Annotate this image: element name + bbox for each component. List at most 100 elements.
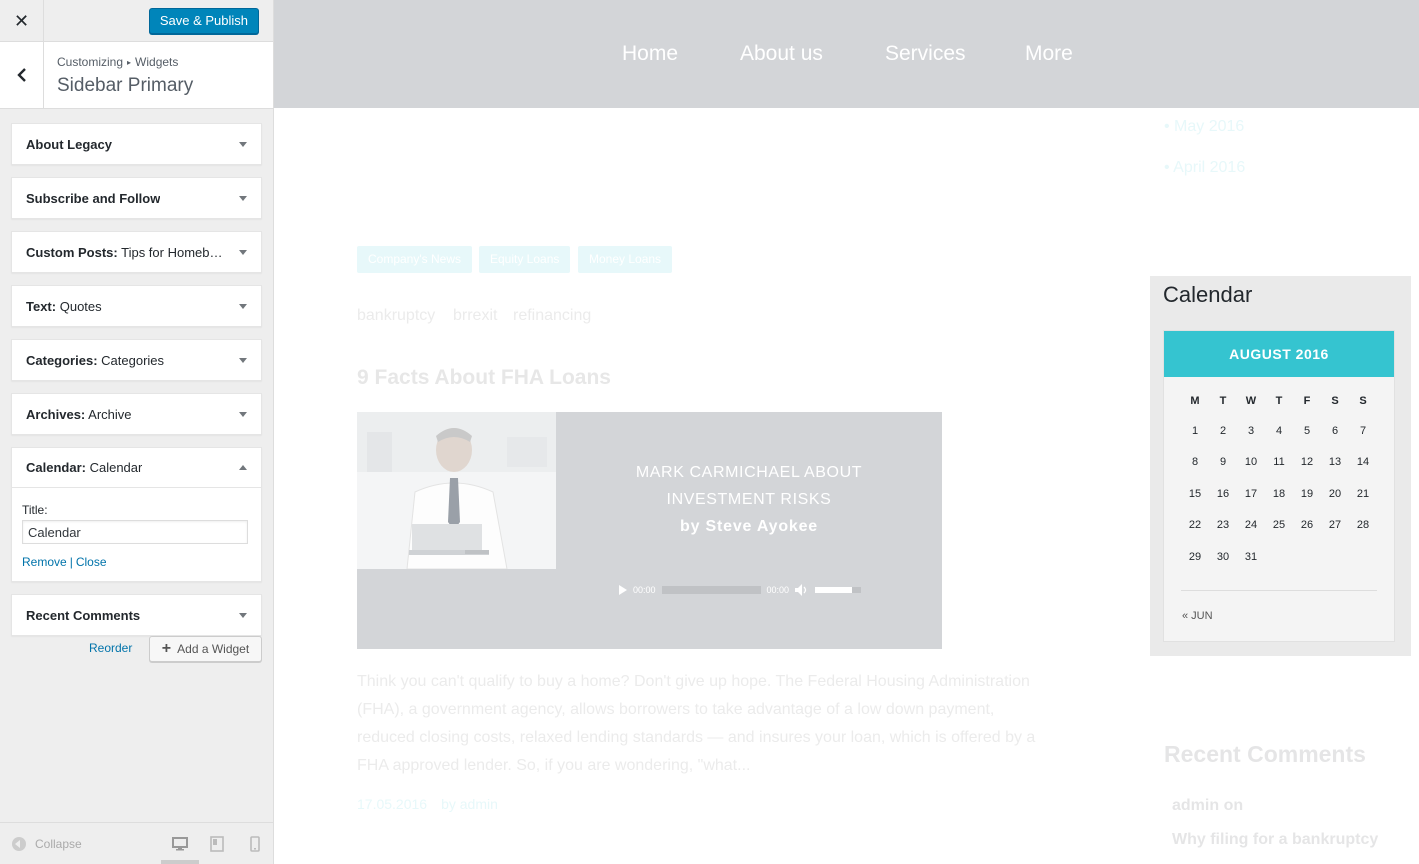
close-customizer-button[interactable]: ✕ bbox=[0, 0, 44, 42]
chevron-down-icon[interactable] bbox=[239, 249, 247, 255]
audio-progress-track[interactable] bbox=[661, 586, 761, 594]
chevron-down-icon[interactable] bbox=[239, 195, 247, 201]
category-button[interactable]: Company's News bbox=[357, 246, 472, 273]
recent-comments-heading: Recent Comments bbox=[1164, 741, 1366, 767]
back-button[interactable] bbox=[0, 42, 44, 108]
day-cell: 31 bbox=[1244, 550, 1258, 563]
widget-about-legacy: About Legacy bbox=[11, 123, 262, 165]
calendar-month: AUGUST 2016 bbox=[1164, 331, 1394, 377]
weekday: S bbox=[1359, 395, 1367, 407]
site-preview: Home About us Services More • May 2016 •… bbox=[274, 0, 1419, 864]
widget-header[interactable]: Calendar: Calendar bbox=[12, 448, 261, 488]
customizer-footer: Collapse bbox=[0, 822, 273, 864]
weekday: F bbox=[1303, 395, 1311, 407]
post-author[interactable]: by admin bbox=[427, 796, 498, 812]
day-cell: 18 bbox=[1272, 487, 1286, 500]
day-cell: 17 bbox=[1244, 487, 1258, 500]
save-publish-button[interactable]: Save & Publish bbox=[148, 8, 259, 34]
reorder-link[interactable]: Reorder bbox=[89, 641, 132, 655]
desktop-icon bbox=[172, 837, 188, 851]
post-tag[interactable]: bankruptcy bbox=[357, 307, 435, 325]
day-cell: 21 bbox=[1356, 487, 1370, 500]
nav-services[interactable]: Services bbox=[885, 42, 966, 66]
chevron-down-icon[interactable] bbox=[239, 141, 247, 147]
mobile-preview-button[interactable] bbox=[246, 835, 264, 853]
post-meta: 17.05.2016 by admin bbox=[357, 796, 498, 812]
widget-header[interactable]: Recent Comments bbox=[12, 595, 261, 635]
widget-custom-posts: Custom Posts: Tips for Homebuy... bbox=[11, 231, 262, 273]
breadcrumb-root: Customizing bbox=[57, 55, 124, 69]
customizer-header: ✕ Save & Publish bbox=[0, 0, 273, 42]
play-icon[interactable] bbox=[619, 585, 627, 595]
close-widget-link[interactable]: Close bbox=[76, 555, 107, 569]
chevron-down-icon[interactable] bbox=[239, 303, 247, 309]
week-row: 22 23 24 25 26 27 28 bbox=[1181, 510, 1377, 542]
chevron-up-icon[interactable] bbox=[239, 465, 247, 470]
widget-header[interactable]: Categories: Categories bbox=[12, 340, 261, 380]
day-cell: 7 bbox=[1359, 424, 1367, 437]
widget-header[interactable]: Custom Posts: Tips for Homebuy... bbox=[12, 232, 261, 272]
chevron-down-icon[interactable] bbox=[239, 411, 247, 417]
comment-author[interactable]: admin on bbox=[1172, 797, 1243, 815]
archive-link[interactable]: • April 2016 bbox=[1164, 159, 1245, 177]
weekday-row: M T W T F S S bbox=[1181, 395, 1377, 415]
day-cell: 25 bbox=[1272, 519, 1286, 532]
post-title[interactable]: 9 Facts About FHA Loans bbox=[357, 366, 611, 390]
widget-header[interactable]: Archives: Archive bbox=[12, 394, 261, 434]
site-navigation: Home About us Services More bbox=[274, 0, 1419, 108]
day-cell: 11 bbox=[1273, 456, 1285, 469]
post-tag[interactable]: brrexit bbox=[453, 307, 497, 325]
volume-slider[interactable] bbox=[815, 587, 862, 593]
day-cell: 30 bbox=[1216, 550, 1230, 563]
calendar-widget: Calendar AUGUST 2016 M T W T F S S 1 2 3… bbox=[1150, 276, 1411, 656]
day-cell: 15 bbox=[1188, 487, 1202, 500]
chevron-left-icon bbox=[16, 68, 26, 82]
media-caption: MARK CARMICHAEL ABOUT INVESTMENT RISKS b… bbox=[556, 459, 942, 540]
section-name: Sidebar Primary bbox=[57, 75, 194, 96]
collapse-button[interactable]: Collapse bbox=[12, 837, 82, 851]
breadcrumb-parent: Widgets bbox=[135, 55, 179, 69]
day-cell: 3 bbox=[1247, 424, 1255, 437]
nav-home[interactable]: Home bbox=[622, 42, 678, 66]
widget-header[interactable]: Text: Quotes bbox=[12, 286, 261, 326]
calendar-divider bbox=[1181, 590, 1377, 591]
day-cell: 29 bbox=[1188, 550, 1202, 563]
day-cell: 5 bbox=[1303, 424, 1311, 437]
widget-title: About Legacy bbox=[26, 136, 112, 152]
archive-link[interactable]: • May 2016 bbox=[1164, 118, 1244, 136]
post-tag[interactable]: refinancing bbox=[513, 307, 591, 325]
desktop-preview-button[interactable] bbox=[171, 835, 189, 853]
widget-title: Recent Comments bbox=[26, 607, 141, 623]
remove-widget-link[interactable]: Remove bbox=[22, 555, 67, 569]
widget-title: Calendar: Calendar bbox=[26, 460, 143, 475]
control-separator: | bbox=[69, 555, 73, 569]
day-cell: 4 bbox=[1275, 424, 1283, 437]
day-cell: 6 bbox=[1331, 424, 1339, 437]
previous-month-link[interactable]: « JUN bbox=[1182, 610, 1213, 622]
weekday: T bbox=[1275, 395, 1283, 407]
media-caption-line2: INVESTMENT RISKS bbox=[666, 491, 832, 508]
widget-title: Categories: Categories bbox=[26, 352, 165, 368]
media-caption-line1: MARK CARMICHAEL ABOUT bbox=[635, 464, 863, 481]
nav-about-us[interactable]: About us bbox=[740, 42, 823, 66]
comment-post-link[interactable]: Why filing for a bankruptcy bbox=[1172, 831, 1378, 849]
widget-header[interactable]: About Legacy bbox=[12, 124, 261, 164]
day-cell: 22 bbox=[1188, 519, 1202, 532]
widget-title: Custom Posts: Tips for Homebuy... bbox=[26, 244, 226, 260]
widget-list: About Legacy Subscribe and Follow Custom… bbox=[11, 123, 262, 648]
collapse-label: Collapse bbox=[35, 837, 82, 851]
widget-recent-comments: Recent Comments bbox=[11, 594, 262, 636]
chevron-down-icon[interactable] bbox=[239, 612, 247, 618]
weekday: M bbox=[1190, 395, 1200, 407]
volume-icon[interactable] bbox=[795, 584, 809, 596]
chevron-down-icon[interactable] bbox=[239, 357, 247, 363]
day-cell bbox=[1265, 541, 1293, 573]
widget-header[interactable]: Subscribe and Follow bbox=[12, 178, 261, 218]
nav-more[interactable]: More bbox=[1025, 42, 1073, 66]
tablet-preview-button[interactable] bbox=[208, 835, 226, 853]
category-button[interactable]: Money Loans bbox=[578, 246, 673, 273]
category-button[interactable]: Equity Loans bbox=[479, 246, 571, 273]
week-row: 15 16 17 18 19 20 21 bbox=[1181, 478, 1377, 510]
title-field[interactable] bbox=[22, 520, 248, 544]
add-widget-button[interactable]: + Add a Widget bbox=[149, 636, 262, 662]
